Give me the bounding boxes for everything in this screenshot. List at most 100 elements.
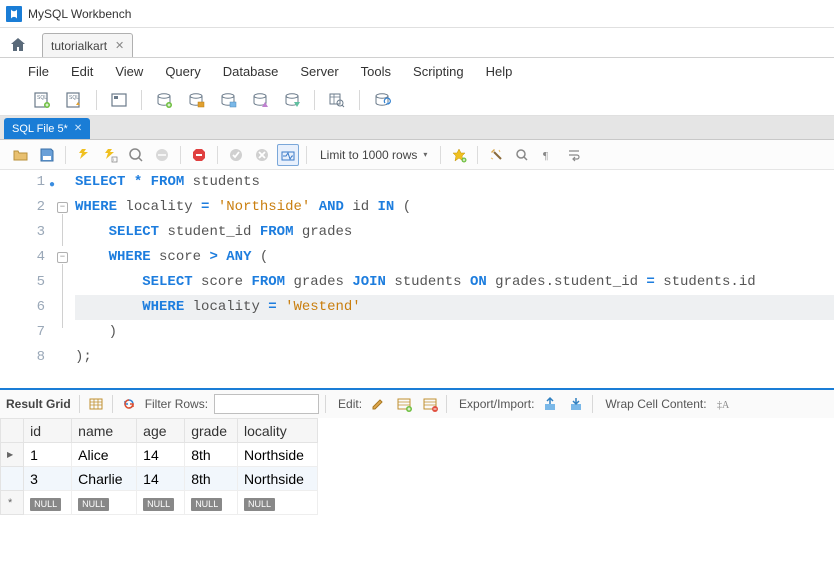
favorite-icon[interactable] [448, 144, 470, 166]
code-area[interactable]: SELECT * FROM students WHERE locality = … [71, 170, 834, 370]
db-table-icon[interactable] [184, 88, 208, 112]
stop-icon[interactable] [151, 144, 173, 166]
wrap-cell-icon[interactable]: ‡A [713, 394, 733, 414]
cell-locality[interactable]: Northside [238, 443, 318, 467]
col-header-name[interactable]: name [72, 419, 137, 443]
cell-id[interactable]: 3 [24, 467, 72, 491]
cell-null[interactable]: NULL [72, 491, 137, 515]
close-tab-icon[interactable]: ✕ [115, 39, 124, 52]
editor-toolbar: I Limit to 1000 rows ¶ [0, 140, 834, 170]
cell-grade[interactable]: 8th [185, 467, 238, 491]
menu-tools[interactable]: Tools [361, 64, 391, 79]
explain-icon[interactable] [125, 144, 147, 166]
fold-icon[interactable]: − [57, 252, 68, 263]
rollback-icon[interactable] [251, 144, 273, 166]
db-create-icon[interactable] [152, 88, 176, 112]
stop-on-error-icon[interactable] [188, 144, 210, 166]
fold-icon[interactable]: − [57, 202, 68, 213]
result-grid-icon[interactable] [86, 394, 106, 414]
cell-null[interactable]: NULL [137, 491, 185, 515]
home-icon[interactable] [6, 33, 30, 57]
window-titlebar: MySQL Workbench [0, 0, 834, 28]
result-grid-label: Result Grid [6, 397, 71, 411]
sql-file-tabbar: SQL File 5* ✕ [0, 116, 834, 140]
table-row-new[interactable]: * NULL NULL NULL NULL NULL [1, 491, 318, 515]
editor-toolbar-separator [217, 146, 218, 164]
connection-tab[interactable]: tutorialkart ✕ [42, 33, 133, 57]
execute-current-icon[interactable]: I [99, 144, 121, 166]
col-header-age[interactable]: age [137, 419, 185, 443]
new-sql-tab-icon[interactable]: SQL [30, 88, 54, 112]
edit-label: Edit: [338, 397, 362, 411]
table-row[interactable]: 3 Charlie 14 8th Northside [1, 467, 318, 491]
refresh-icon[interactable] [119, 394, 139, 414]
cell-age[interactable]: 14 [137, 467, 185, 491]
row-selector[interactable] [1, 467, 24, 491]
table-header-row: id name age grade locality [1, 419, 318, 443]
menu-edit[interactable]: Edit [71, 64, 93, 79]
cell-id[interactable]: 1 [24, 443, 72, 467]
db-proc-icon[interactable] [248, 88, 272, 112]
menu-help[interactable]: Help [486, 64, 513, 79]
sql-file-tab-label: SQL File 5* [12, 123, 68, 135]
cell-age[interactable]: 14 [137, 443, 185, 467]
import-icon[interactable] [566, 394, 586, 414]
menu-file[interactable]: File [28, 64, 49, 79]
row-selector[interactable]: * [1, 491, 24, 515]
edit-row-icon[interactable] [368, 394, 388, 414]
cell-null[interactable]: NULL [24, 491, 72, 515]
connection-tabbar: tutorialkart ✕ [0, 28, 834, 58]
autocommit-icon[interactable] [277, 144, 299, 166]
sql-editor[interactable]: 12345678 − − SELECT * FROM students WHER… [0, 170, 834, 370]
editor-toolbar-separator [65, 146, 66, 164]
sql-file-tab[interactable]: SQL File 5* ✕ [4, 118, 90, 139]
cell-locality[interactable]: Northside [238, 467, 318, 491]
svg-text:¶: ¶ [543, 150, 548, 162]
search-table-icon[interactable] [325, 88, 349, 112]
cell-name[interactable]: Charlie [72, 467, 137, 491]
filter-rows-label: Filter Rows: [145, 397, 208, 411]
db-view-icon[interactable] [216, 88, 240, 112]
add-row-icon[interactable] [394, 394, 414, 414]
col-header-id[interactable]: id [24, 419, 72, 443]
delete-row-icon[interactable] [420, 394, 440, 414]
row-limit-dropdown[interactable]: Limit to 1000 rows [314, 148, 433, 162]
wrap-cell-label: Wrap Cell Content: [605, 397, 706, 411]
table-row[interactable]: 1 Alice 14 8th Northside [1, 443, 318, 467]
cell-grade[interactable]: 8th [185, 443, 238, 467]
cell-null[interactable]: NULL [238, 491, 318, 515]
beautify-icon[interactable] [485, 144, 507, 166]
menu-server[interactable]: Server [300, 64, 338, 79]
toolbar-separator [359, 90, 360, 110]
menu-scripting[interactable]: Scripting [413, 64, 464, 79]
col-header-locality[interactable]: locality [238, 419, 318, 443]
open-file-icon[interactable] [10, 144, 32, 166]
line-gutter: 12345678 [0, 170, 55, 370]
cell-name[interactable]: Alice [72, 443, 137, 467]
cell-null[interactable]: NULL [185, 491, 238, 515]
row-selector[interactable] [1, 443, 24, 467]
invisible-chars-icon[interactable]: ¶ [537, 144, 559, 166]
toolbar-separator [314, 90, 315, 110]
menu-database[interactable]: Database [223, 64, 279, 79]
filter-rows-input[interactable] [214, 394, 319, 414]
db-func-icon[interactable] [280, 88, 304, 112]
col-header-grade[interactable]: grade [185, 419, 238, 443]
wrap-icon[interactable] [563, 144, 585, 166]
inspector-icon[interactable] [107, 88, 131, 112]
editor-toolbar-separator [477, 146, 478, 164]
menu-query[interactable]: Query [165, 64, 200, 79]
reconnect-icon[interactable] [370, 88, 394, 112]
svg-text:SQL: SQL [69, 95, 79, 101]
menubar: File Edit View Query Database Server Too… [0, 58, 834, 84]
result-grid[interactable]: id name age grade locality 1 Alice 14 8t… [0, 418, 834, 515]
find-icon[interactable] [511, 144, 533, 166]
execute-icon[interactable] [73, 144, 95, 166]
export-icon[interactable] [540, 394, 560, 414]
close-sql-tab-icon[interactable]: ✕ [74, 123, 82, 134]
toolbar-separator [96, 90, 97, 110]
menu-view[interactable]: View [115, 64, 143, 79]
save-icon[interactable] [36, 144, 58, 166]
commit-icon[interactable] [225, 144, 247, 166]
open-sql-icon[interactable]: SQL [62, 88, 86, 112]
